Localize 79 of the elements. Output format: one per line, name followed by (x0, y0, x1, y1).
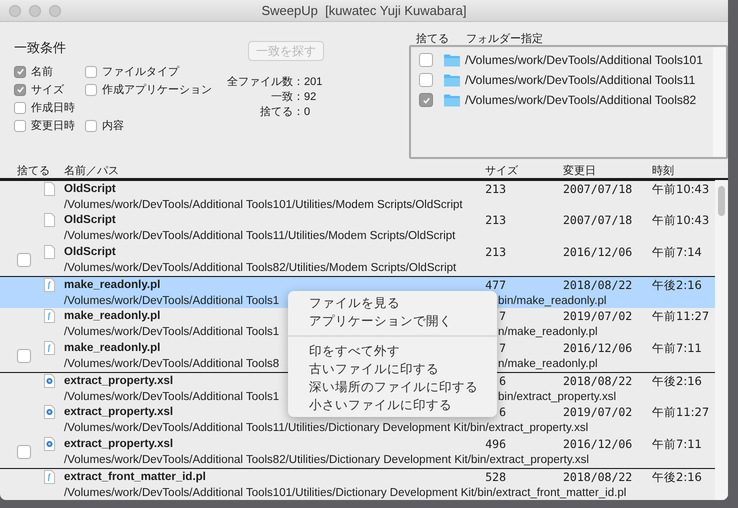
modified-date: 2016/12/06 (563, 245, 632, 259)
checkbox-label: 内容 (102, 118, 124, 133)
modified-date: 2016/12/06 (563, 437, 632, 451)
file-size: 213 (485, 245, 506, 259)
file-name: make_readonly.pl (64, 342, 160, 354)
file-path: /Volumes/work/DevTools/Additional Tools11/Utilities/Modem Scripts/OldScript (64, 230, 456, 242)
file-path: /Volumes/work/DevTools/Additional Tools1 (64, 326, 280, 338)
stat-label: 捨てる： (260, 105, 304, 120)
stat-value: 0 (304, 105, 312, 120)
checkbox-label: 変更日時 (31, 118, 75, 133)
checkbox-label: サイズ (31, 83, 64, 97)
file-name: extract_property.xsl (64, 438, 174, 450)
checkbox-label: 作成日時 (31, 101, 75, 115)
file-path: n/make_readonly.pl (498, 358, 598, 370)
stat-value: 201 (304, 75, 324, 90)
file-name: OldScript (64, 246, 116, 258)
checkbox-label: 作成アプリケーション (102, 82, 212, 97)
folder-path: /Volumes/work/DevTools/Additional Tools101 (465, 53, 703, 67)
stat-label: 一致： (271, 90, 304, 105)
column-header: フォルダー指定 (466, 32, 543, 45)
modified-time: 午後2:16 (652, 278, 702, 292)
column-header: サイズ (485, 164, 518, 178)
folder-path: /Volumes/work/DevTools/Additional Tools11 (465, 73, 696, 87)
file-size: 477 (485, 278, 506, 292)
column-header: 名前／パス (64, 164, 119, 178)
file-path: /Volumes/work/DevTools/Additional Tools101/Utilities/Dictionary Development Kit/bin/extract_front_matter_id.pl (64, 487, 626, 499)
modified-date: 2018/08/22 (563, 278, 632, 292)
file-name: extract_property.xsl (64, 375, 174, 387)
file-path: /Volumes/work/DevTools/Additional Tools82/Utilities/Dictionary Development Kit/bin/extract_property.xsl (64, 454, 589, 466)
file-size: 7 (498, 309, 506, 323)
modified-date: 2007/07/18 (563, 213, 632, 227)
file-path: /Volumes/work/DevTools/Additional Tools8 (64, 358, 280, 370)
file-name: OldScript (64, 214, 116, 226)
file-name: make_readonly.pl (64, 279, 160, 291)
checkbox-label: 名前 (31, 65, 53, 79)
file-size: 213 (485, 213, 506, 227)
modified-time: 午後2:16 (652, 374, 702, 388)
file-name: extract_property.xsl (64, 406, 174, 418)
modified-time: 午前7:11 (652, 436, 702, 452)
modified-time: 午前10:43 (652, 212, 710, 228)
file-path: bin/make_readonly.pl (498, 295, 606, 307)
file-path: /Volumes/work/DevTools/Additional Tools101/Utilities/Modem Scripts/OldScript (64, 199, 463, 211)
column-header: 捨てる (415, 32, 450, 45)
file-size: 6 (498, 405, 506, 419)
file-path: /Volumes/work/DevTools/Additional Tools1 (64, 391, 280, 403)
modified-date: 2007/07/18 (563, 182, 632, 196)
stat-label: 全ファイル数： (227, 75, 304, 90)
file-path: /Volumes/work/DevTools/Additional Tools11/Utilities/Dictionary Development Kit/bin/extract_property.xsl (64, 422, 588, 434)
file-path: /Volumes/work/DevTools/Additional Tools82/Utilities/Modem Scripts/OldScript (64, 262, 456, 274)
folder-path: /Volumes/work/DevTools/Additional Tools82 (465, 93, 696, 107)
modified-date: 2016/12/06 (563, 341, 632, 355)
modified-time: 午前7:14 (652, 244, 702, 260)
file-name: make_readonly.pl (64, 310, 160, 322)
modified-date: 2019/07/02 (563, 309, 632, 323)
window-title: SweepUp [kuwatec Yuji Kuwabara] (262, 3, 466, 18)
section-title: 一致条件 (14, 39, 67, 57)
modified-time: 午後2:16 (652, 470, 702, 484)
file-size: 213 (485, 182, 506, 196)
file-size: 7 (498, 341, 506, 355)
stat-value: 92 (304, 90, 318, 105)
file-size: 496 (485, 437, 506, 451)
modified-time: 午前11:27 (652, 308, 710, 324)
checkbox-label: ファイルタイプ (102, 64, 179, 79)
file-name: OldScript (64, 183, 116, 195)
file-path: n/make_readonly.pl (498, 326, 598, 338)
column-header: 時刻 (652, 164, 674, 178)
modified-date: 2018/08/22 (563, 374, 632, 388)
modified-time: 午前10:43 (652, 182, 710, 196)
column-header: 捨てる (17, 164, 50, 178)
modified-date: 2018/08/22 (563, 470, 632, 484)
modified-date: 2019/07/02 (563, 405, 632, 419)
modified-time: 午前7:11 (652, 340, 702, 356)
file-size: 528 (485, 470, 506, 484)
modified-time: 午前11:27 (652, 404, 710, 420)
file-path: bin/extract_property.xsl (498, 391, 616, 403)
file-path: /Volumes/work/DevTools/Additional Tools1 (64, 295, 280, 307)
column-header: 変更日 (563, 164, 596, 178)
file-name: extract_front_matter_id.pl (64, 471, 206, 483)
file-size: 6 (498, 374, 506, 388)
